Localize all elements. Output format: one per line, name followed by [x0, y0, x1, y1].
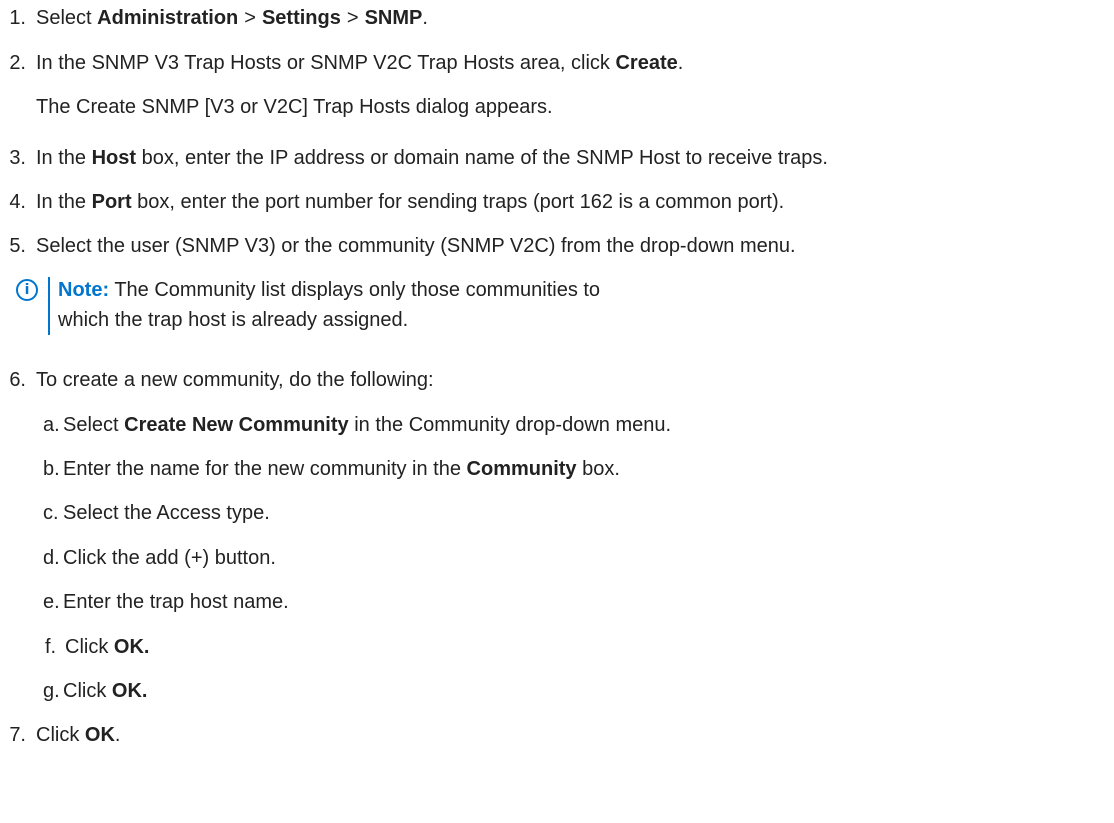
- text-pre: Enter the name for the new community in …: [63, 458, 461, 480]
- step-text: To create a new community, do the follow…: [36, 369, 434, 391]
- ok-button-name: OK.: [111, 680, 148, 702]
- path-separator: >: [346, 7, 359, 29]
- substep-letter: b.: [43, 458, 60, 480]
- substep-text: Enter the trap host name.: [63, 591, 289, 613]
- text-post: box.: [582, 458, 620, 480]
- substep-letter: f.: [45, 636, 57, 658]
- host-field-name: Host: [91, 147, 137, 169]
- text-pre: Click: [36, 724, 80, 746]
- text-post: in the Community drop-down menu.: [354, 414, 672, 436]
- menu-snmp: SNMP: [364, 7, 423, 29]
- step-text: Select the user (SNMP V3) or the communi…: [36, 235, 796, 257]
- substep-text: Enter the name for the new community in …: [63, 456, 620, 482]
- menu-administration: Administration: [97, 7, 239, 29]
- text-post: box, enter the port number for sending t…: [137, 191, 785, 213]
- path-separator: >: [244, 7, 256, 29]
- step-number: 3.: [9, 147, 26, 169]
- text-pre: Select: [63, 414, 119, 436]
- step-number: 5.: [9, 235, 26, 257]
- info-icon: i: [16, 279, 38, 301]
- step-number: 7.: [9, 724, 26, 746]
- note-divider: [48, 277, 50, 335]
- text-post: box, enter the IP address or domain name…: [141, 147, 828, 169]
- text-pre: Click: [63, 680, 107, 702]
- text-post: .: [422, 7, 428, 29]
- text-pre: In the SNMP V3 Trap Hosts or SNMP V2C Tr…: [36, 52, 610, 74]
- substep-letter: e.: [43, 591, 60, 613]
- substep-text: Click OK.: [63, 678, 147, 704]
- text-post: .: [114, 724, 121, 746]
- substep-letter: d.: [43, 547, 60, 569]
- text-pre: Select: [36, 7, 92, 29]
- substep-letter: c.: [43, 502, 59, 524]
- text-pre: In the: [36, 191, 87, 213]
- step-text: In the Port box, enter the port number f…: [36, 189, 784, 215]
- menu-settings: Settings: [261, 7, 341, 29]
- community-field-name: Community: [466, 458, 577, 480]
- note-callout: i Note: The Community list displays only…: [0, 275, 640, 339]
- ok-button-name: OK: [84, 724, 115, 746]
- create-new-community-option: Create New Community: [124, 414, 349, 436]
- text-pre: Click: [65, 636, 109, 658]
- step-text: In the SNMP V3 Trap Hosts or SNMP V2C Tr…: [36, 50, 683, 76]
- note-label: Note:: [58, 279, 110, 301]
- step-number: 2.: [9, 52, 26, 74]
- note-body: Note: The Community list displays only t…: [58, 275, 618, 335]
- substep-text: Select the Access type.: [63, 502, 270, 524]
- step-number: 6.: [9, 369, 26, 391]
- port-field-name: Port: [91, 191, 132, 213]
- procedure-document: 1. Select Administration > Settings > SNMP. …: [0, 0, 1114, 823]
- step-number: 1.: [9, 7, 26, 29]
- substep-letter: g.: [43, 680, 60, 702]
- substep-text: Click OK.: [65, 634, 149, 660]
- substep-letter: a.: [43, 414, 60, 436]
- step-text: Click OK.: [36, 722, 120, 748]
- substep-text: Select Create New Community in the Commu…: [63, 412, 671, 438]
- step-text: Select Administration > Settings > SNMP.: [36, 5, 428, 31]
- note-text: The Community list displays only those c…: [58, 279, 601, 331]
- substep-text: Click the add (+) button.: [63, 547, 276, 569]
- ok-button-name: OK.: [113, 636, 150, 658]
- step-number: 4.: [9, 191, 26, 213]
- text-post: .: [677, 52, 684, 74]
- step-text: In the Host box, enter the IP address or…: [36, 145, 828, 171]
- step-2-result: The Create SNMP [V3 or V2C] Trap Hosts d…: [36, 96, 553, 118]
- text-pre: In the: [36, 147, 87, 169]
- create-button-name: Create: [615, 52, 678, 74]
